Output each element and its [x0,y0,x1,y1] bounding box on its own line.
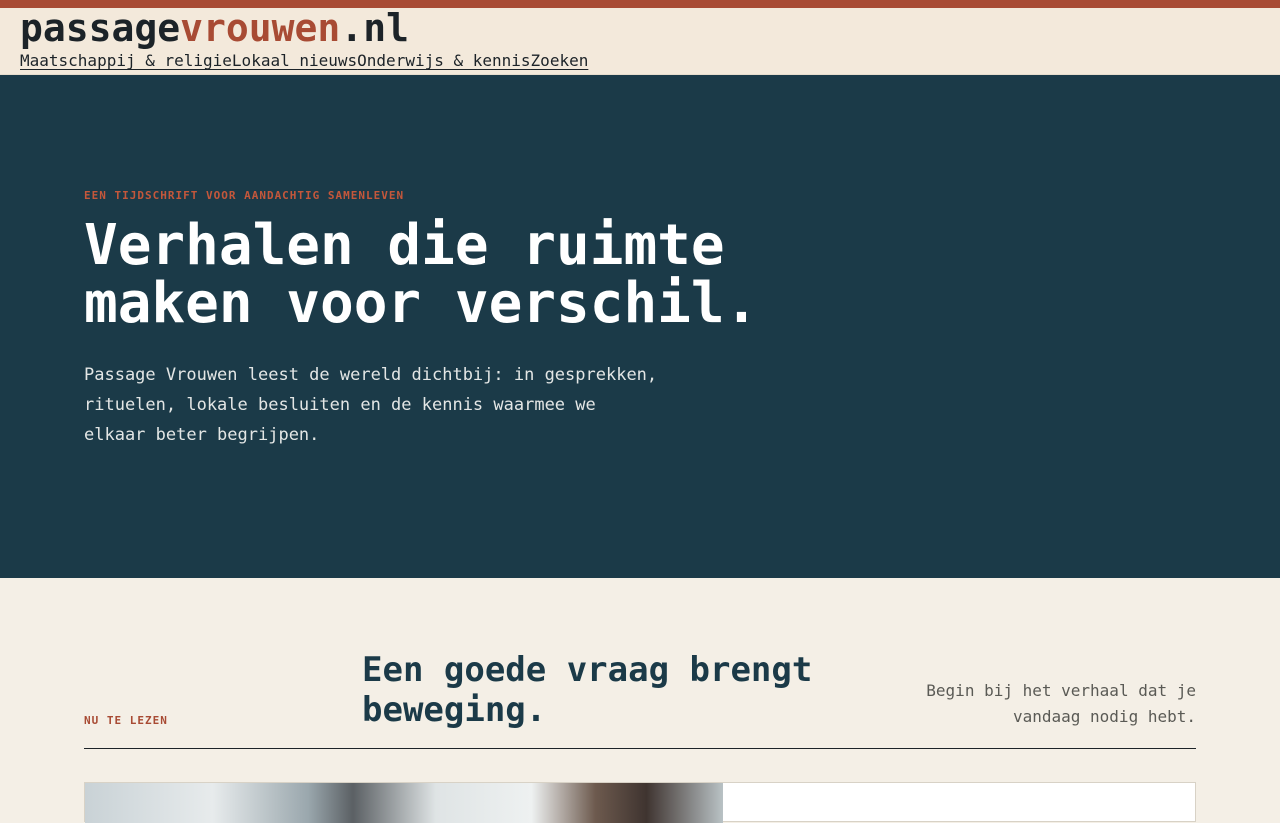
hero-intro-text: Passage Vrouwen leest de wereld dichtbij… [84,365,658,445]
hero-title: Verhalen die ruimte maken voor verschil. [84,217,804,333]
nav-item-maatschappij-religie[interactable]: Maatschappij & religie [20,51,232,71]
section-aside-text: Begin bij het verhaal dat je vandaag nod… [926,681,1196,726]
hero-title-line-2: maken voor verschil. [84,271,759,336]
section-label: NU TE LEZEN [84,714,168,727]
hero-eyebrow: EEN TIJDSCHRIFT VOOR AANDACHTIG SAMENLEV… [84,189,405,202]
nav-item-lokaal-nieuws[interactable]: Lokaal nieuws [232,51,357,71]
site-header: passagevrouwen.nl Maatschappij & religie… [0,8,1280,75]
nav-item-zoeken[interactable]: Zoeken [531,51,589,71]
reading-section: NU TE LEZEN Een goede vraag brengt beweg… [0,578,1280,823]
hero-title-line-1: Verhalen die ruimte [84,213,725,278]
main-nav: Maatschappij & religie Lokaal nieuws Ond… [20,51,588,71]
nav-item-onderwijs-kennis[interactable]: Onderwijs & kennis [357,51,530,71]
section-title: Een goede vraag brengt beweging. [362,650,813,730]
featured-article-image[interactable] [85,783,723,823]
logo-part-vrouwen: vrouwen [180,6,341,50]
logo-part-passage: passage [20,6,181,50]
site-logo[interactable]: passagevrouwen.nl [20,8,409,48]
featured-article-card[interactable] [84,782,1196,823]
logo-part-tld: .nl [340,6,409,50]
section-divider [84,748,1196,749]
hero-section: EEN TIJDSCHRIFT VOOR AANDACHTIG SAMENLEV… [0,75,1280,578]
